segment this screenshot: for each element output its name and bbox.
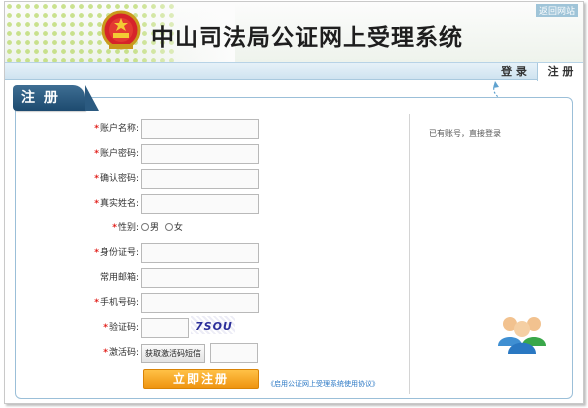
password-label-text: 账户密码:: [99, 149, 139, 159]
required-mark: *: [94, 149, 99, 159]
confirm-password-label-text: 确认密码:: [99, 174, 139, 184]
required-mark: *: [94, 199, 99, 209]
id-number-label: *身份证号:: [9, 243, 139, 263]
activation-code-input[interactable]: [210, 343, 258, 363]
site-title: 中山司法局公证网上受理系统: [151, 25, 463, 51]
account-name-label: *账户名称:: [9, 119, 139, 139]
password-label: *账户密码:: [9, 144, 139, 164]
agreement-link[interactable]: 《启用公证网上受理系统使用协议》: [267, 379, 379, 389]
national-emblem-icon: [101, 10, 141, 50]
account-name-label-text: 账户名称:: [99, 124, 139, 134]
nav-bar: 登 录 注 册: [5, 62, 583, 81]
email-label: 常用邮箱:: [99, 273, 139, 283]
users-group-icon: [498, 317, 546, 354]
required-mark: *: [103, 348, 108, 358]
gender-male-radio[interactable]: [141, 223, 149, 231]
captcha-input[interactable]: [141, 318, 189, 338]
captcha-label: *验证码:: [9, 318, 139, 338]
required-mark: *: [112, 223, 117, 233]
captcha-image[interactable]: 7SOU: [195, 320, 233, 333]
required-mark: *: [94, 124, 99, 134]
register-submit-button[interactable]: 立即注册: [143, 369, 259, 389]
gender-label-text: 性别:: [117, 223, 139, 233]
required-mark: *: [94, 298, 99, 308]
id-number-input[interactable]: [141, 243, 259, 263]
panel-title: 注 册: [13, 85, 99, 111]
gender-label: *性别:: [9, 218, 139, 238]
gender-female-radio[interactable]: [164, 223, 173, 231]
real-name-input[interactable]: [141, 194, 259, 214]
gender-radio-group: 男 女: [141, 221, 183, 235]
phone-label-text: 手机号码:: [99, 298, 139, 308]
email-input[interactable]: [141, 268, 259, 288]
phone-input[interactable]: [141, 293, 259, 313]
activation-code-label: *激活码:: [9, 343, 139, 363]
account-name-input[interactable]: [141, 119, 259, 139]
panel-divider: [409, 114, 410, 394]
required-mark: *: [103, 323, 108, 333]
confirm-password-label: *确认密码:: [9, 169, 139, 189]
gender-male-label[interactable]: 男: [150, 223, 159, 233]
login-hint-link[interactable]: 已有账号，直接登录: [429, 128, 501, 139]
id-number-label-text: 身份证号:: [99, 248, 139, 258]
home-link[interactable]: 返回网站: [535, 4, 578, 17]
tab-register[interactable]: 注 册: [537, 63, 583, 81]
password-input[interactable]: [141, 144, 259, 164]
real-name-label: *真实姓名:: [9, 194, 139, 214]
required-mark: *: [94, 248, 99, 258]
required-mark: *: [94, 174, 99, 184]
site-header: 中山司法局公证网上受理系统 返回网站: [5, 2, 583, 62]
app-window: 中山司法局公证网上受理系统 返回网站 登 录 注 册 注 册 *账户名称: *账…: [4, 1, 584, 404]
gender-female-label[interactable]: 女: [174, 223, 183, 233]
captcha-label-text: 验证码:: [108, 323, 139, 333]
get-sms-code-button[interactable]: 获取激活码短信: [141, 344, 205, 363]
phone-label: *手机号码:: [9, 293, 139, 313]
tab-login[interactable]: 登 录: [491, 63, 537, 80]
activation-code-label-text: 激活码:: [108, 348, 139, 358]
confirm-password-input[interactable]: [141, 169, 259, 189]
real-name-label-text: 真实姓名:: [99, 199, 139, 209]
